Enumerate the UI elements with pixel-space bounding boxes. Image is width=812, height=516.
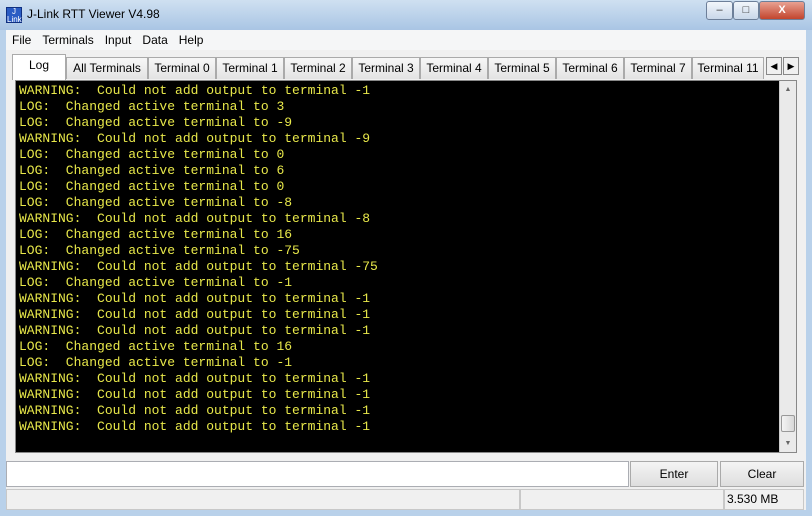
log-line: WARNING: Could not add output to termina… (19, 419, 371, 434)
log-line: LOG: Changed active terminal to 16 (19, 339, 293, 354)
log-line: WARNING: Could not add output to termina… (19, 259, 378, 274)
enter-button[interactable]: Enter (630, 461, 718, 487)
log-terminal[interactable]: WARNING: Could not add output to termina… (15, 80, 797, 453)
tab-bar: Log All Terminals Terminal 0 Terminal 1 Term… (12, 54, 802, 80)
log-line: LOG: Changed active terminal to -8 (19, 195, 293, 210)
clear-button[interactable]: Clear (720, 461, 804, 487)
log-line: LOG: Changed active terminal to 16 (19, 227, 293, 242)
log-line: WARNING: Could not add output to termina… (19, 291, 371, 306)
tab-terminal-7[interactable]: Terminal 7 (624, 57, 692, 79)
memory-usage: 3.530 MB (724, 489, 804, 510)
log-line: WARNING: Could not add output to termina… (19, 371, 371, 386)
log-line: LOG: Changed active terminal to 6 (19, 163, 285, 178)
tab-scroll-left-icon[interactable]: ◀ (766, 57, 782, 75)
tab-terminal-6[interactable]: Terminal 6 (556, 57, 624, 79)
tab-terminal-11[interactable]: Terminal 11 (692, 57, 764, 79)
log-line: WARNING: Could not add output to termina… (19, 83, 371, 98)
close-button[interactable]: X (759, 1, 805, 20)
jlink-logo-icon: J Link (6, 7, 22, 24)
log-line: WARNING: Could not add output to termina… (19, 131, 371, 146)
maximize-button[interactable]: □ (733, 1, 759, 20)
log-line: LOG: Changed active terminal to -1 (19, 275, 293, 290)
menu-input[interactable]: Input (99, 30, 137, 47)
log-line: WARNING: Could not add output to termina… (19, 387, 371, 402)
scroll-up-icon[interactable]: ▲ (780, 81, 796, 98)
tab-terminal-4[interactable]: Terminal 4 (420, 57, 488, 79)
minimize-button[interactable]: – (706, 1, 733, 20)
tab-log[interactable]: Log (12, 54, 66, 80)
log-line: LOG: Changed active terminal to -1 (19, 355, 293, 370)
log-line: WARNING: Could not add output to termina… (19, 403, 371, 418)
log-line: WARNING: Could not add output to termina… (19, 211, 371, 226)
log-line: WARNING: Could not add output to termina… (19, 323, 371, 338)
log-line: LOG: Changed active terminal to 0 (19, 147, 285, 162)
scrollbar-thumb[interactable] (781, 415, 795, 432)
menu-bar: File Terminals Input Data Help (6, 30, 806, 50)
menu-help[interactable]: Help (173, 30, 209, 47)
menu-data[interactable]: Data (136, 30, 172, 47)
window-title: J-Link RTT Viewer V4.98 (27, 7, 160, 21)
tab-terminal-2[interactable]: Terminal 2 (284, 57, 352, 79)
vertical-scrollbar[interactable]: ▲ ▼ (779, 81, 796, 452)
menu-file[interactable]: File (6, 30, 36, 47)
main-window: File Terminals Input Data Help Log All Termin… (6, 30, 806, 510)
log-output: WARNING: Could not add output to termina… (19, 83, 378, 435)
log-line: LOG: Changed active terminal to -9 (19, 115, 293, 130)
title-bar: J Link J-Link RTT Viewer V4.98 – □ X (0, 0, 812, 30)
menu-terminals[interactable]: Terminals (36, 30, 98, 47)
tab-all-terminals[interactable]: All Terminals (66, 57, 148, 79)
log-line: LOG: Changed active terminal to -75 (19, 243, 300, 258)
status-segment (6, 489, 520, 510)
tab-terminal-0[interactable]: Terminal 0 (148, 57, 216, 79)
tab-terminal-5[interactable]: Terminal 5 (488, 57, 556, 79)
log-line: LOG: Changed active terminal to 3 (19, 99, 285, 114)
log-line: LOG: Changed active terminal to 0 (19, 179, 285, 194)
tab-terminal-3[interactable]: Terminal 3 (352, 57, 420, 79)
tab-terminal-1[interactable]: Terminal 1 (216, 57, 284, 79)
tab-scroll-right-icon[interactable]: ▶ (783, 57, 799, 75)
status-segment (520, 489, 724, 510)
scroll-down-icon[interactable]: ▼ (780, 435, 796, 452)
log-line: WARNING: Could not add output to termina… (19, 307, 371, 322)
terminal-input[interactable] (6, 461, 629, 487)
